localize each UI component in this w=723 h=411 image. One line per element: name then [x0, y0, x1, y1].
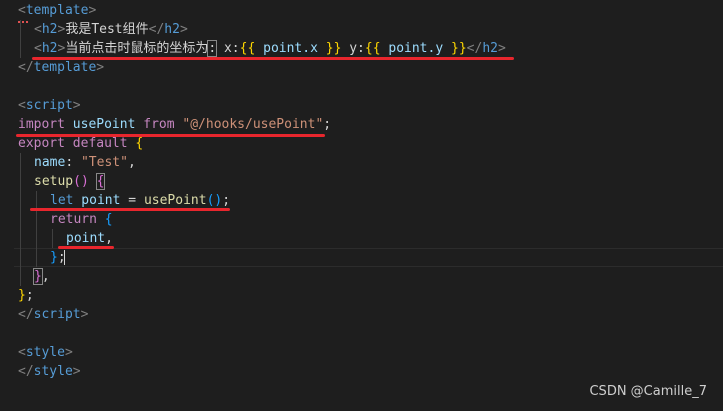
token: y:	[341, 41, 365, 56]
token: {{	[239, 41, 256, 56]
token: >	[96, 60, 105, 75]
code-line-15: },	[33, 267, 50, 286]
token: ()	[206, 193, 223, 208]
token: }}	[451, 41, 467, 56]
token: </	[466, 41, 483, 56]
indent-guide	[20, 153, 21, 286]
token: script	[33, 307, 81, 322]
indent-guide	[36, 191, 37, 267]
token: >	[72, 364, 81, 379]
code-line-2: <h2>我是Test组件</h2>	[34, 20, 188, 39]
token: ,	[105, 231, 113, 246]
token: >	[72, 98, 81, 113]
token: setup	[34, 174, 74, 189]
token: script	[25, 98, 73, 113]
token: template	[33, 60, 97, 75]
annotation-underline	[32, 57, 514, 60]
token: {	[95, 173, 106, 190]
code-line-4: </template>	[18, 58, 104, 77]
token: return	[50, 212, 97, 227]
token: h2	[482, 41, 498, 56]
token: 我是Test组件	[65, 22, 149, 37]
code-line-1: <template>	[18, 1, 96, 20]
token: >	[88, 3, 97, 18]
code-line-12: return {	[50, 210, 113, 229]
token: </	[18, 60, 34, 75]
indent-guide	[20, 20, 21, 58]
token: point.y	[380, 41, 451, 56]
token: import	[18, 117, 65, 132]
code-line-17: </script>	[18, 305, 88, 324]
code-line-20: </style>	[18, 362, 81, 381]
token: }	[33, 268, 43, 285]
token: <	[18, 345, 26, 360]
code-editor[interactable]: <template> <h2>我是Test组件</h2> <h2>当前点击时鼠标…	[0, 0, 723, 411]
token: name	[34, 155, 66, 170]
token: {	[135, 136, 144, 151]
token: }}	[325, 41, 342, 56]
token: h2	[164, 22, 180, 37]
code-line-3: <h2>当前点击时鼠标的坐标为: x:{{ point.x }} y:{{ po…	[34, 39, 506, 58]
token: let	[50, 193, 74, 208]
token: usePoint	[64, 117, 144, 132]
token: <	[18, 98, 26, 113]
indent-guide	[52, 229, 53, 248]
token: }	[50, 250, 58, 265]
code-line-9: name: "Test",	[34, 153, 136, 172]
token: from	[143, 117, 175, 132]
token: ,	[127, 155, 136, 170]
token: ;	[323, 117, 332, 132]
code-line-8: export default {	[18, 134, 143, 153]
token: template	[25, 3, 89, 18]
code-line-6: <script>	[18, 96, 81, 115]
current-line-highlight	[14, 248, 723, 267]
token: >	[497, 41, 506, 56]
watermark: CSDN @Camille_7	[589, 384, 707, 399]
token: <	[18, 3, 26, 18]
token: "@/hooks/usePoint"	[182, 117, 324, 132]
token: >	[80, 307, 89, 322]
token: ;	[25, 288, 34, 303]
token: x:	[216, 41, 240, 56]
token: usePoint	[143, 193, 207, 208]
code-line-16: };	[18, 286, 34, 305]
token: >	[64, 345, 73, 360]
token: :	[207, 40, 218, 57]
token: =	[120, 193, 144, 208]
token: ()	[73, 174, 89, 189]
token: point	[66, 231, 106, 246]
token: "Test"	[80, 155, 128, 170]
code-line-10: setup() {	[34, 172, 106, 191]
token: >	[179, 22, 188, 37]
token: </	[148, 22, 165, 37]
annotation-underline	[58, 246, 114, 249]
token: point	[73, 193, 121, 208]
token: ;	[222, 193, 231, 208]
token: <	[34, 41, 42, 56]
token: }	[18, 288, 26, 303]
code-line-19: <style>	[18, 343, 73, 362]
token: <	[34, 22, 42, 37]
token: default	[64, 136, 128, 151]
token: {{	[364, 41, 381, 56]
error-squiggle	[18, 17, 28, 23]
token: h2	[41, 41, 58, 56]
token: h2	[41, 22, 58, 37]
token: </	[18, 364, 34, 379]
code-line-7: import usePoint from "@/hooks/usePoint";	[18, 115, 331, 134]
token: export	[18, 136, 65, 151]
token: style	[33, 364, 73, 379]
token: style	[25, 345, 65, 360]
text-cursor	[64, 250, 65, 265]
token: </	[18, 307, 34, 322]
token: 当前点击时鼠标的坐标为	[65, 41, 209, 56]
token: {	[104, 212, 113, 227]
token: :	[65, 155, 81, 170]
token: point.x	[255, 41, 326, 56]
token: ,	[41, 269, 50, 284]
